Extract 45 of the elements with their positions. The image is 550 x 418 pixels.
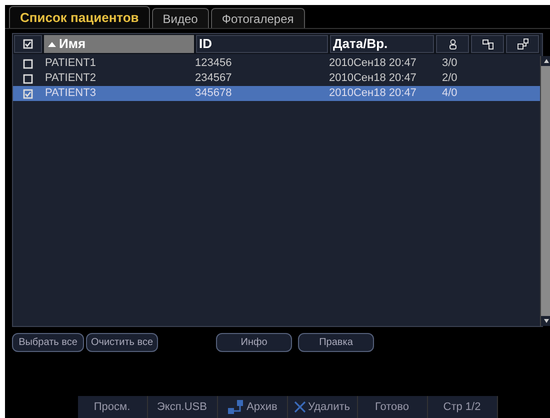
action-button[interactable]: Очистить все [86, 332, 158, 352]
tab[interactable]: Видео [152, 8, 209, 28]
toolbar-button[interactable]: Просм. [78, 396, 148, 418]
action-button[interactable]: Инфо [216, 332, 292, 352]
toolbar-button[interactable]: Стр 1/2 [428, 396, 498, 418]
checkbox[interactable] [23, 88, 33, 98]
scrollbar[interactable] [540, 56, 550, 326]
toolbar-button[interactable]: Готово [358, 396, 428, 418]
column-header[interactable] [506, 35, 539, 53]
delete-icon [294, 401, 306, 413]
person-icon [446, 38, 458, 50]
column-header[interactable] [436, 35, 469, 53]
action-button[interactable]: Правка [298, 332, 374, 352]
toolbar-button[interactable]: Архив [218, 396, 288, 418]
table-cell-text: 2/0 [441, 71, 458, 86]
table-cell-text: 234567 [195, 71, 233, 86]
archive-icon [226, 399, 245, 415]
table-cell-text: 2010Сен18 20:47 [329, 71, 418, 86]
toolbar-button[interactable]: Удалить [288, 396, 358, 418]
column-header[interactable]: Имя [44, 35, 194, 53]
table-cell-text: PATIENT3 [44, 86, 97, 102]
scroll-down-icon[interactable] [541, 316, 550, 326]
table-cell-text: PATIENT1 [44, 56, 97, 72]
column-header[interactable]: ID [196, 35, 328, 53]
column-header[interactable] [471, 35, 504, 53]
scroll-up-icon[interactable] [541, 56, 550, 66]
table-cell-text: 2010Сен18 20:47 [329, 56, 418, 72]
checkbox[interactable] [23, 39, 33, 49]
toolbar-button[interactable]: Эксп.USB [148, 396, 218, 418]
action-button[interactable]: Выбрать все [12, 332, 84, 352]
checkbox[interactable] [23, 58, 33, 68]
table-cell-text: 345678 [195, 86, 233, 102]
tab[interactable]: Фотогалерея [210, 8, 305, 28]
table-cell-text: 3/0 [441, 56, 458, 72]
column-header[interactable]: Дата/Вр. [330, 35, 434, 53]
table-cell-text: 4/0 [441, 86, 458, 102]
archive-icon [516, 38, 528, 50]
table-cell-text: 123456 [195, 56, 233, 72]
images-icon [482, 38, 494, 50]
column-label: Имя [59, 35, 86, 54]
table-cell-text: PATIENT2 [44, 71, 97, 86]
sort-up-icon [48, 41, 56, 47]
table-cell-text: 2010Сен18 20:47 [329, 86, 418, 102]
tab[interactable]: Список пациентов [9, 6, 150, 28]
checkbox[interactable] [23, 74, 33, 84]
